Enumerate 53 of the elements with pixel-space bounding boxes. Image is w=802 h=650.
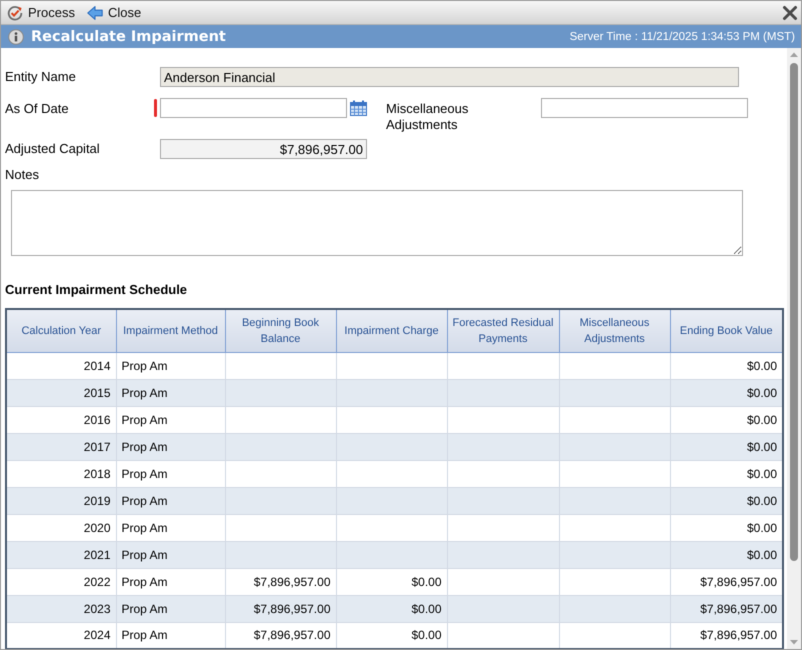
table-cell: Prop Am — [116, 568, 225, 595]
field-label: Adjusted Capital — [5, 141, 101, 157]
table-cell: Prop Am — [116, 541, 225, 568]
calendar-icon[interactable] — [350, 100, 367, 116]
column-header: Forecasted Residual Payments — [447, 309, 559, 352]
table-cell: 2023 — [6, 595, 116, 622]
table-cell: Prop Am — [116, 514, 225, 541]
column-header: Beginning Book Balance — [225, 309, 336, 352]
column-header: Ending Book Value — [670, 309, 783, 352]
column-header: Impairment Method — [116, 309, 225, 352]
field-label: As Of Date — [5, 100, 70, 117]
scrollbar[interactable] — [787, 48, 801, 649]
table-cell: 2017 — [6, 433, 116, 460]
table-cell: $7,896,957.00 — [225, 568, 336, 595]
entity-name-field[interactable]: Anderson Financial — [160, 67, 739, 87]
table-cell: 2019 — [6, 487, 116, 514]
column-header: Miscellaneous Adjustments — [559, 309, 670, 352]
table-cell: 2014 — [6, 352, 116, 379]
adjustments-field[interactable] — [541, 98, 748, 118]
close-icon[interactable] — [782, 4, 798, 20]
scrollbar-thumb[interactable] — [790, 63, 798, 561]
table-cell: 2016 — [6, 406, 116, 433]
table-cell: Prop Am — [116, 433, 225, 460]
table-cell: 2021 — [6, 541, 116, 568]
table-cell: 2015 — [6, 379, 116, 406]
table-cell: Prop Am — [116, 460, 225, 487]
column-header: Calculation Year — [6, 309, 116, 352]
back-arrow-icon — [86, 4, 103, 20]
process-button[interactable]: Process — [7, 4, 75, 20]
table-cell: Prop Am — [116, 487, 225, 514]
table-cell: 2018 — [6, 460, 116, 487]
field-label: Entity Name — [5, 69, 77, 85]
adjusted-capital-field[interactable]: $7,896,957.00 — [160, 139, 367, 159]
section-title: Current Impairment Schedule — [5, 282, 188, 298]
close-button[interactable]: Close — [86, 4, 142, 20]
table-cell: $0.00 — [336, 568, 447, 595]
date-field[interactable] — [160, 98, 347, 118]
table-cell: Prop Am — [116, 379, 225, 406]
column-header: Impairment Charge — [336, 309, 447, 352]
info-icon — [8, 28, 24, 44]
table-cell: Prop Am — [116, 406, 225, 433]
server-time: Server Time : 11/21/2025 1:34:53 PM (MST) — [570, 30, 795, 44]
table-cell: $7,896,957.00 — [225, 595, 336, 622]
notes-field[interactable] — [11, 190, 743, 256]
circular-check-icon — [7, 4, 23, 20]
table-cell: 2020 — [6, 514, 116, 541]
field-label: Notes — [5, 167, 40, 183]
table-cell: 2022 — [6, 568, 116, 595]
field-label: Miscellaneous Adjustments — [386, 100, 470, 133]
table-cell: $0.00 — [336, 595, 447, 622]
table-cell: Prop Am — [116, 595, 225, 622]
table-cell: Prop Am — [116, 352, 225, 379]
window-title: Recalculate Impairment — [31, 28, 226, 44]
